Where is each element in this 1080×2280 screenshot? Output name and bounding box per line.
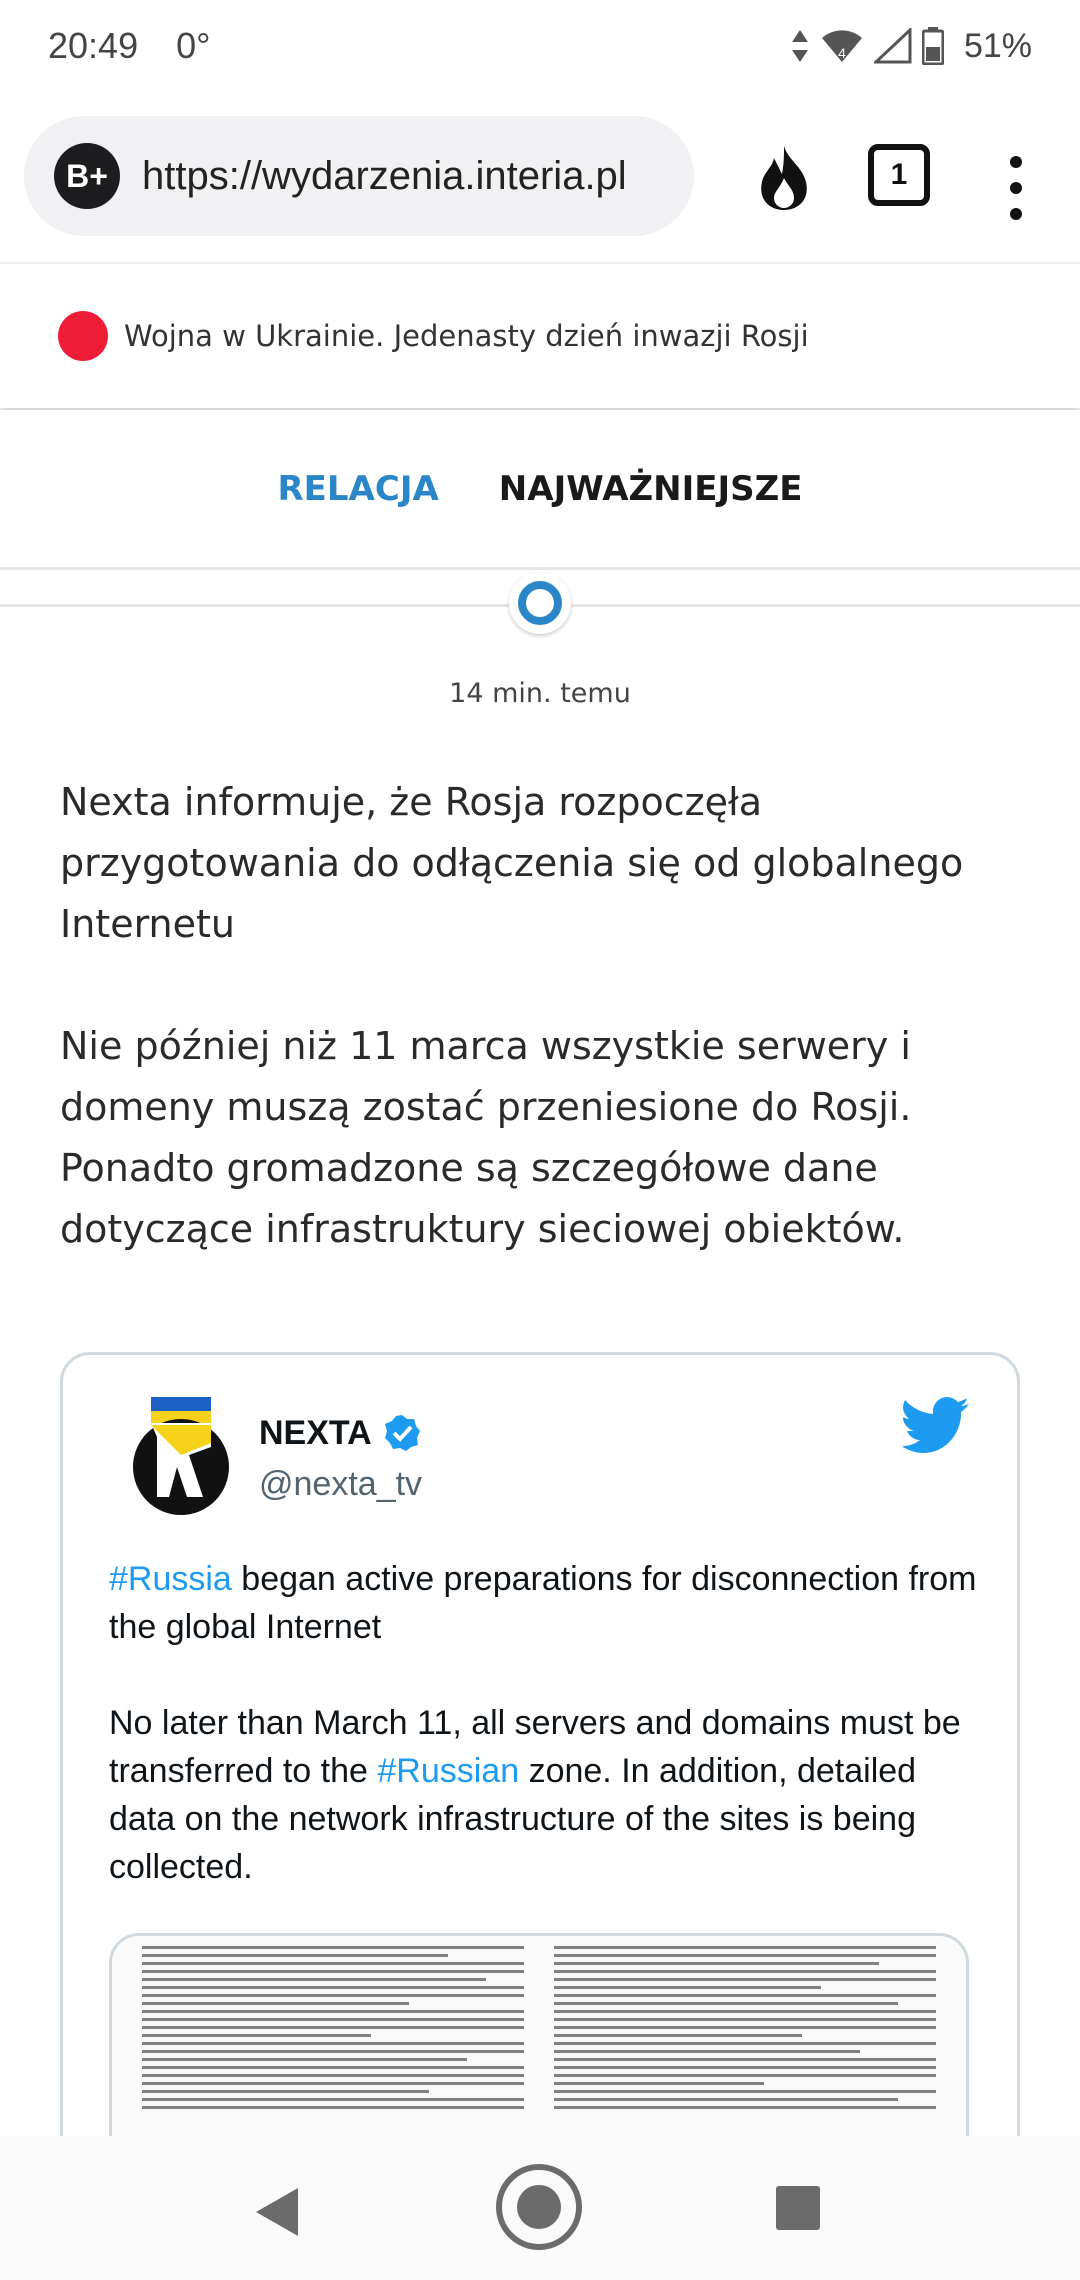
post-paragraph: Nexta informuje, że Rosja rozpoczęła prz… (60, 780, 964, 946)
tab-najwazniejsze[interactable]: NAJWAŻNIEJSZE (499, 469, 803, 509)
status-bar: 20:49 0° 4 51% (0, 0, 1080, 92)
tweet-text: #Russia began active preparations for di… (109, 1555, 989, 1939)
banner-text[interactable]: Wojna w Ukrainie. Jedenasty dzień inwazj… (124, 319, 809, 353)
post-body: Nexta informuje, że Rosja rozpoczęła prz… (60, 772, 1020, 1321)
home-icon[interactable] (496, 2164, 582, 2250)
post-paragraph: Nie później niż 11 marca wszystkie serwe… (60, 1024, 912, 1251)
signal-icon (873, 28, 912, 64)
status-icons: 4 51% (790, 27, 1032, 66)
hashtag-link[interactable]: #Russian (377, 1752, 519, 1790)
status-temperature: 0° (176, 25, 211, 66)
overflow-menu-icon[interactable] (1006, 156, 1026, 234)
wifi-icon: 4 (821, 30, 862, 62)
hashtag-link[interactable]: #Russia (109, 1560, 232, 1598)
tweet-text-span: began active preparations for disconnect… (109, 1560, 977, 1646)
avatar[interactable] (129, 1397, 233, 1515)
tab-relacja[interactable]: RELACJA (277, 469, 438, 509)
battery-icon (921, 27, 944, 65)
site-badge[interactable]: B+ (54, 143, 120, 209)
svg-text:4: 4 (838, 45, 846, 61)
fire-icon[interactable] (754, 144, 814, 212)
data-arrows-icon (791, 30, 808, 62)
url-text[interactable]: https://wydarzenia.interia.pl (142, 154, 662, 199)
tweet-paragraph: #Russia began active preparations for di… (109, 1555, 989, 1651)
twitter-bird-icon[interactable] (903, 1397, 971, 1453)
recent-apps-icon[interactable] (776, 2186, 820, 2230)
timeline-dot-icon (509, 572, 571, 634)
tweet-author-name-text[interactable]: NEXTA (259, 1414, 372, 1453)
status-time: 20:49 (48, 25, 139, 66)
live-indicator-icon (58, 311, 108, 361)
system-navigation-bar (0, 2136, 1080, 2280)
url-bar[interactable]: B+ https://wydarzenia.interia.pl (24, 116, 694, 236)
battery-percent: 51% (963, 26, 1032, 65)
relation-tabs: RELACJA NAJWAŻNIEJSZE (0, 410, 1080, 570)
verified-badge-icon (384, 1415, 420, 1451)
back-icon[interactable] (252, 2186, 300, 2238)
tweet-paragraph: No later than March 11, all servers and … (109, 1699, 989, 1891)
tweet-author-handle[interactable]: @nexta_tv (259, 1465, 422, 1504)
breaking-news-banner[interactable]: Wojna w Ukrainie. Jedenasty dzień inwazj… (0, 262, 1080, 408)
tweet-author-name[interactable]: NEXTA (259, 1413, 422, 1453)
post-timestamp: 14 min. temu (449, 678, 631, 709)
tabs-button[interactable]: 1 (868, 144, 930, 206)
